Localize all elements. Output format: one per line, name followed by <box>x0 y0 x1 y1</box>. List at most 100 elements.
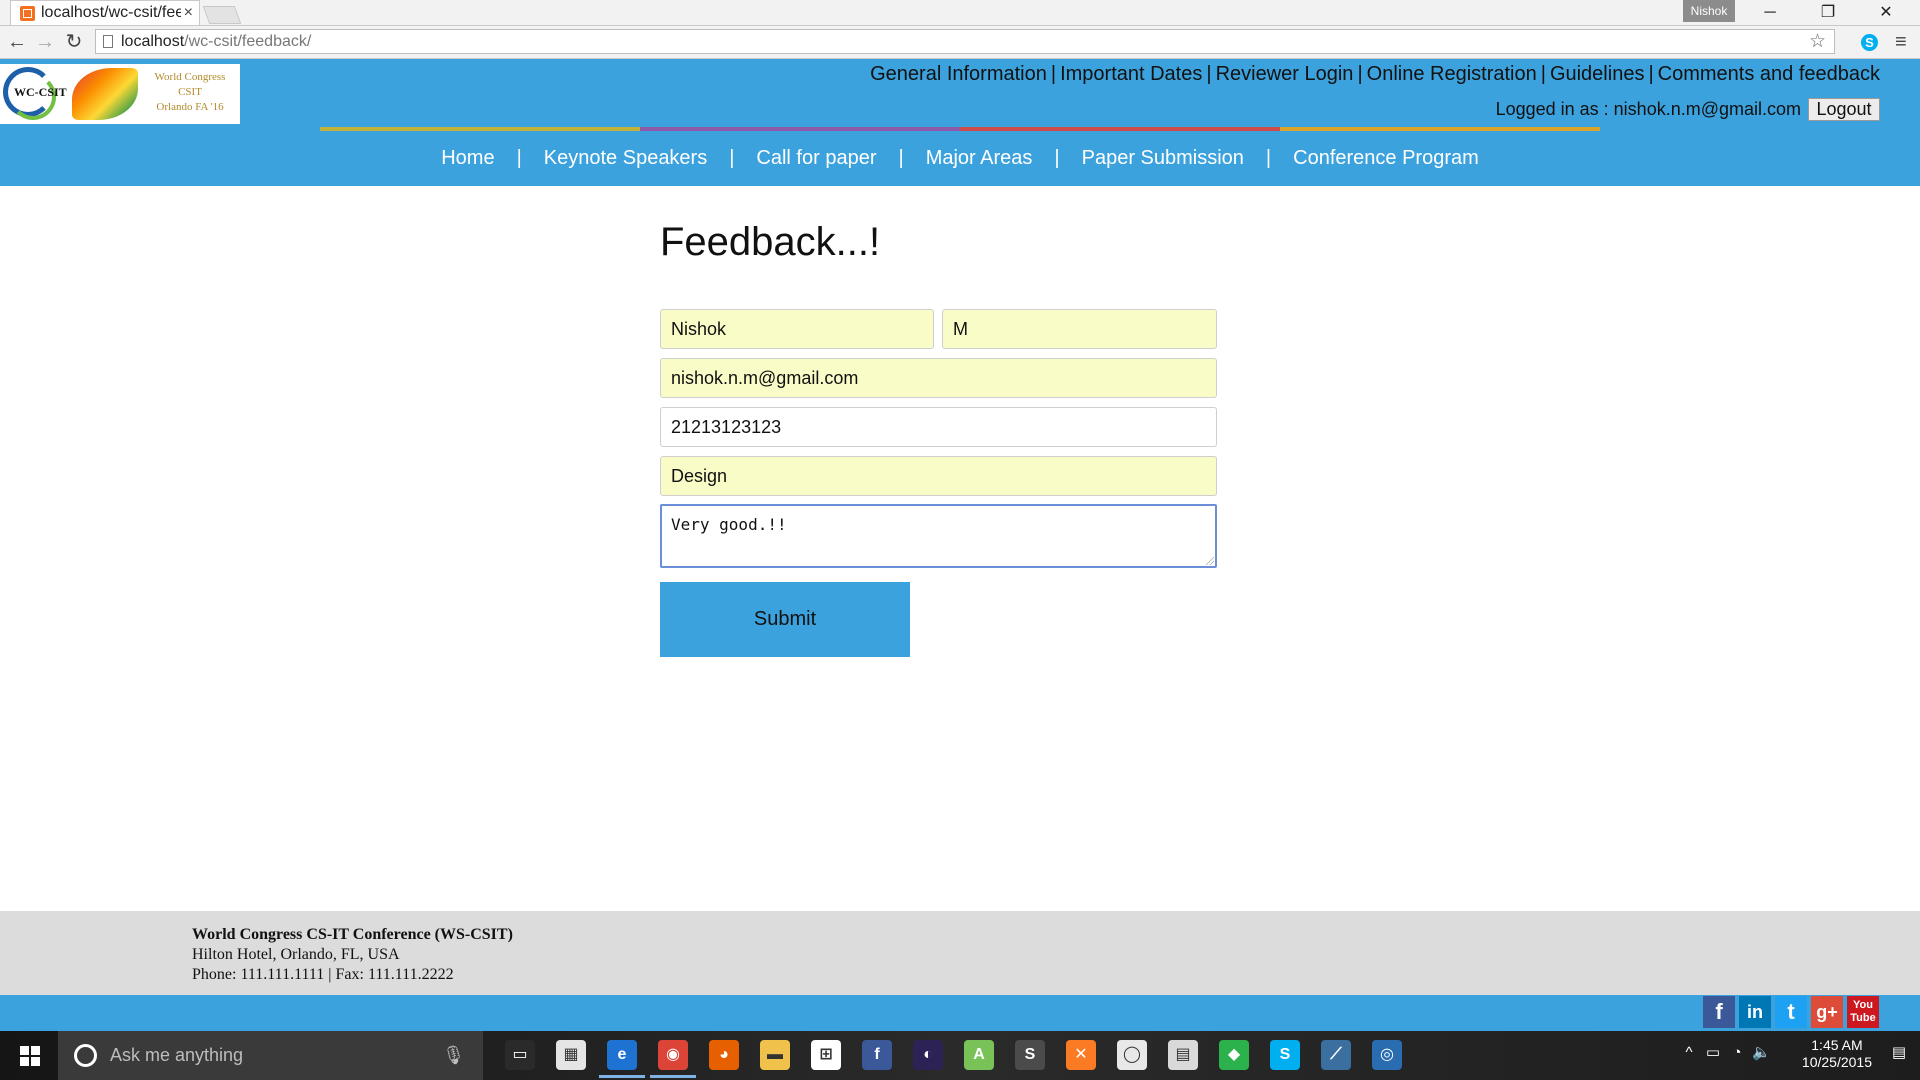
link-comments-feedback[interactable]: Comments and feedback <box>1658 63 1880 85</box>
email-field[interactable]: nishok.n.m@gmail.com <box>660 358 1217 398</box>
reload-icon[interactable]: ↻ <box>62 30 86 54</box>
nav-keynote-speakers[interactable]: Keynote Speakers <box>544 147 707 169</box>
back-arrow-icon[interactable]: ← <box>5 30 29 54</box>
first-name-field[interactable]: Nishok <box>660 309 934 349</box>
network-drive-icon[interactable]: ▤ <box>1168 1040 1198 1070</box>
comment-textarea[interactable]: Very good.!! <box>660 504 1217 568</box>
search-placeholder: Ask me anything <box>110 1045 244 1065</box>
link-important-dates[interactable]: Important Dates <box>1060 63 1202 85</box>
submit-button[interactable]: Submit <box>660 582 910 657</box>
address-bar[interactable]: localhost/wc-csit/feedback/ ☆ <box>95 29 1835 54</box>
subject-field[interactable]: Design <box>660 456 1217 496</box>
mysql-icon[interactable]: ⟋ <box>1321 1040 1351 1070</box>
restore-icon[interactable]: ❐ <box>1799 0 1857 25</box>
link-online-registration[interactable]: Online Registration <box>1367 63 1537 85</box>
task-view-icon[interactable]: ▭ <box>505 1040 535 1070</box>
separator: | <box>729 147 735 169</box>
clock-time: 1:45 AM <box>1811 1037 1863 1053</box>
microphone-icon[interactable]: 🎙 <box>442 1031 465 1080</box>
window-close-icon[interactable]: ✕ <box>1857 0 1915 25</box>
battery-icon[interactable]: ▭ <box>1704 1044 1722 1062</box>
url-path: /wc-csit/feedback/ <box>184 33 312 50</box>
tab-title: localhost/wc-csit/fee <box>41 4 181 21</box>
cortana-search-box[interactable]: Ask me anything 🎙 <box>58 1031 483 1080</box>
facebook-icon[interactable]: f <box>1703 996 1735 1028</box>
nav-paper-submission[interactable]: Paper Submission <box>1082 147 1244 169</box>
android-studio-icon[interactable]: A <box>964 1040 994 1070</box>
windows-store-icon[interactable]: ⊞ <box>811 1040 841 1070</box>
nav-home[interactable]: Home <box>441 147 494 169</box>
eclipse-icon[interactable]: ◐ <box>913 1040 943 1070</box>
minimize-icon[interactable]: ─ <box>1741 0 1799 25</box>
page-icon <box>103 35 113 48</box>
taskbar-icon-glyph: ◯ <box>1123 1046 1141 1063</box>
site-logo[interactable]: WC-CSIT World Congress CSIT Orlando FA '… <box>0 64 240 124</box>
separator: | <box>516 147 522 169</box>
bookmark-star-icon[interactable]: ☆ <box>1809 30 1826 53</box>
taskbar-icon-glyph: ⟋ <box>1330 1046 1342 1063</box>
last-name-field[interactable]: M <box>942 309 1217 349</box>
feedly-icon[interactable]: ◆ <box>1219 1040 1249 1070</box>
youtube-icon[interactable]: You Tube <box>1847 996 1879 1028</box>
nav-major-areas[interactable]: Major Areas <box>926 147 1033 169</box>
taskbar-icon-glyph: f <box>874 1046 880 1063</box>
address-bar-url[interactable]: localhost/wc-csit/feedback/ <box>121 30 311 53</box>
twitter-icon[interactable]: t <box>1775 996 1807 1028</box>
nav-conference-program[interactable]: Conference Program <box>1293 147 1479 169</box>
logo-swoosh-icon <box>72 68 138 120</box>
page-title: Feedback...! <box>660 220 881 264</box>
wifi-icon[interactable]: ◔ <box>1728 1044 1746 1062</box>
logout-button[interactable]: Logout <box>1808 98 1880 121</box>
taskbar-icon-glyph: ⊞ <box>819 1046 833 1063</box>
github-icon[interactable]: ◯ <box>1117 1040 1147 1070</box>
logo-abbr: WC-CSIT <box>14 85 67 99</box>
profile-badge[interactable]: Nishok <box>1683 0 1735 22</box>
firefox-icon[interactable]: ◕ <box>709 1040 739 1070</box>
logo-line-1: World Congress <box>154 71 226 83</box>
start-logo-pane <box>20 1057 29 1066</box>
resize-grip-icon[interactable] <box>1206 557 1214 565</box>
separator: | <box>898 147 904 169</box>
footer-address: Hilton Hotel, Orlando, FL, USA <box>192 946 400 963</box>
browser-tab[interactable]: localhost/wc-csit/fee × <box>10 0 200 25</box>
browser-tabstrip: localhost/wc-csit/fee × Nishok ─ ❐ ✕ <box>0 0 1920 26</box>
taskbar-icon-glyph: ▬ <box>767 1046 783 1063</box>
chrome-icon[interactable]: ◉ <box>650 1040 696 1078</box>
taskbar-icon-glyph: S <box>1279 1046 1291 1063</box>
cortana-icon <box>74 1044 97 1067</box>
forward-arrow-icon[interactable]: → <box>33 30 57 54</box>
google-plus-icon[interactable]: g+ <box>1811 996 1843 1028</box>
taskbar-icon-glyph: ◆ <box>1227 1046 1241 1063</box>
taskbar-icon-glyph: ▭ <box>512 1046 528 1063</box>
taskbar-icon-glyph: ✕ <box>1074 1046 1088 1063</box>
taskbar-icon-glyph: ◉ <box>666 1046 680 1063</box>
link-reviewer-login[interactable]: Reviewer Login <box>1216 63 1354 85</box>
store-apps-icon[interactable]: ▦ <box>556 1040 586 1070</box>
facebook-app-icon[interactable]: f <box>862 1040 892 1070</box>
sublime-icon[interactable]: S <box>1015 1040 1045 1070</box>
taskbar-icon-glyph: A <box>973 1046 985 1063</box>
clock[interactable]: 1:45 AM 10/25/2015 <box>1802 1037 1872 1071</box>
system-tray: ^ ▭ ◔ 🔈 ▤ 1:45 AM 10/25/2015 <box>1620 1031 1920 1080</box>
xampp-icon[interactable]: ✕ <box>1066 1040 1096 1070</box>
tab-close-icon[interactable]: × <box>184 1 193 25</box>
edge-icon[interactable]: e <box>599 1040 645 1078</box>
volume-icon[interactable]: 🔈 <box>1752 1044 1771 1062</box>
main-nav: Home | Keynote Speakers | Call for paper | Maj… <box>0 131 1920 186</box>
nav-call-for-paper[interactable]: Call for paper <box>756 147 876 169</box>
new-tab-button[interactable] <box>202 6 242 24</box>
file-explorer-icon[interactable]: ▬ <box>760 1040 790 1070</box>
action-center-icon[interactable]: ▤ <box>1890 1044 1908 1062</box>
skype-extension-icon[interactable]: S <box>1861 34 1878 51</box>
taskbar-icon-glyph: ▤ <box>1175 1046 1191 1063</box>
show-hidden-icons-icon[interactable]: ^ <box>1680 1044 1698 1062</box>
windows-start-icon[interactable] <box>0 1031 58 1080</box>
separator: | <box>1265 147 1272 169</box>
link-guidelines[interactable]: Guidelines <box>1550 63 1645 85</box>
skype-icon[interactable]: S <box>1270 1040 1300 1070</box>
linkedin-icon[interactable]: in <box>1739 996 1771 1028</box>
globe-app-icon[interactable]: ◎ <box>1372 1040 1402 1070</box>
browser-menu-icon[interactable]: ≡ <box>1895 30 1907 54</box>
phone-field[interactable]: 21213123123 <box>660 407 1217 447</box>
link-general-information[interactable]: General Information <box>870 63 1047 85</box>
